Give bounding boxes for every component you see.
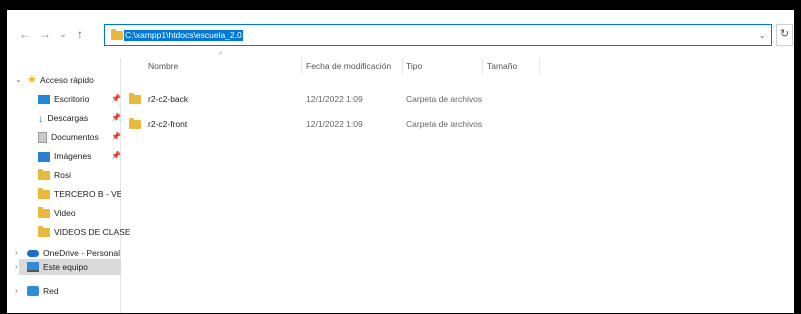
forward-arrow-icon[interactable]: →: [38, 27, 52, 41]
column-divider[interactable]: [539, 58, 540, 74]
refresh-button[interactable]: ↻: [776, 24, 793, 46]
address-dropdown-icon[interactable]: ⌄: [758, 30, 766, 41]
column-divider[interactable]: [402, 58, 403, 74]
chevron-down-icon[interactable]: ⌄: [15, 72, 22, 88]
nav-item-label: TERCERO B - VESPE: [54, 189, 121, 199]
nav-item-imagenes[interactable]: Imágenes: [38, 148, 91, 164]
nav-item-label: Documentos: [51, 132, 99, 142]
back-arrow-icon[interactable]: ←: [18, 27, 32, 41]
address-path[interactable]: C:\xampp1\htdocs\escuela_2.0: [124, 30, 243, 41]
column-header-size[interactable]: Tamaño: [487, 58, 517, 74]
nav-item-rosi[interactable]: Rosi: [38, 167, 71, 183]
nav-item-label: VIDEOS DE CLASE: [54, 227, 131, 237]
pin-icon: 📌: [111, 113, 121, 122]
list-item[interactable]: r2-c2-back 12/1/2022 1:09 Carpeta de arc…: [121, 91, 561, 107]
sort-up-icon: ^: [219, 52, 223, 59]
folder-icon: [38, 188, 50, 200]
file-list: Nombre ^ Fecha de modificación Tipo Tama…: [121, 52, 794, 313]
folder-icon: [111, 29, 123, 40]
nav-item-video[interactable]: Video: [38, 205, 76, 221]
column-header-type[interactable]: Tipo: [406, 58, 422, 74]
chevron-right-icon[interactable]: ›: [15, 259, 18, 275]
nav-this-pc-label: Este equipo: [43, 262, 88, 272]
column-header-name[interactable]: Nombre: [148, 58, 178, 74]
download-icon: ↓: [38, 112, 44, 125]
nav-item-escritorio[interactable]: Escritorio: [38, 91, 89, 107]
navigation-toolbar: ← → ⌄ ↑ C:\xampp1\htdocs\escuela_2.0 ⌄ ↻: [7, 10, 794, 58]
file-name: r2-c2-back: [148, 94, 189, 104]
column-header-modified[interactable]: Fecha de modificación: [306, 58, 391, 74]
nav-item-label: Imágenes: [54, 151, 92, 161]
nav-item-videos-de-clase[interactable]: VIDEOS DE CLASE: [38, 224, 131, 240]
refresh-icon: ↻: [779, 28, 790, 40]
onedrive-cloud-icon: [27, 250, 39, 257]
address-bar[interactable]: C:\xampp1\htdocs\escuela_2.0 ⌄: [104, 24, 772, 46]
folder-icon: [38, 169, 50, 181]
pictures-icon: [38, 151, 50, 162]
nav-quick-access-label: Acceso rápido: [40, 75, 94, 85]
folder-icon: [38, 226, 50, 238]
file-name: r2-c2-front: [148, 119, 188, 129]
navigation-pane: ⌄ ★ Acceso rápido Escritorio 📌 ↓ Descarga…: [7, 58, 131, 313]
nav-item-label: Video: [54, 208, 76, 218]
star-icon: ★: [27, 74, 37, 86]
nav-item-tercero-b[interactable]: TERCERO B - VESPE: [38, 186, 121, 202]
pin-icon: 📌: [111, 94, 121, 103]
column-divider[interactable]: [301, 58, 302, 74]
nav-network-label: Red: [43, 286, 59, 296]
desktop-icon: [38, 95, 50, 105]
pin-icon: 📌: [111, 132, 121, 141]
nav-network[interactable]: › Red: [7, 283, 121, 299]
network-icon: [27, 286, 39, 296]
recent-locations-icon[interactable]: ⌄: [56, 27, 70, 41]
column-divider[interactable]: [482, 58, 483, 74]
folder-icon: [129, 118, 141, 130]
folder-icon: [129, 93, 141, 105]
chevron-right-icon[interactable]: ›: [15, 283, 18, 299]
nav-item-label: Rosi: [54, 170, 72, 180]
file-modified: 12/1/2022 1:09: [306, 94, 363, 104]
nav-item-label: Descargas: [47, 113, 89, 123]
nav-this-pc[interactable]: › Este equipo: [7, 259, 121, 275]
documents-icon: [38, 132, 47, 144]
file-explorer-window: ← → ⌄ ↑ C:\xampp1\htdocs\escuela_2.0 ⌄ ↻…: [7, 10, 794, 313]
file-type: Carpeta de archivos: [406, 119, 483, 129]
file-type: Carpeta de archivos: [406, 94, 483, 104]
file-modified: 12/1/2022 1:09: [306, 119, 363, 129]
nav-item-label: Escritorio: [54, 94, 90, 104]
nav-quick-access[interactable]: ⌄ ★ Acceso rápido: [7, 72, 121, 88]
folder-icon: [38, 207, 50, 219]
nav-item-descargas[interactable]: ↓ Descargas: [38, 110, 88, 126]
nav-item-documentos[interactable]: Documentos: [38, 129, 99, 145]
computer-icon: [27, 262, 39, 272]
up-arrow-icon[interactable]: ↑: [73, 27, 87, 41]
pin-icon: 📌: [111, 151, 121, 160]
list-item[interactable]: r2-c2-front 12/1/2022 1:09 Carpeta de ar…: [121, 116, 561, 132]
